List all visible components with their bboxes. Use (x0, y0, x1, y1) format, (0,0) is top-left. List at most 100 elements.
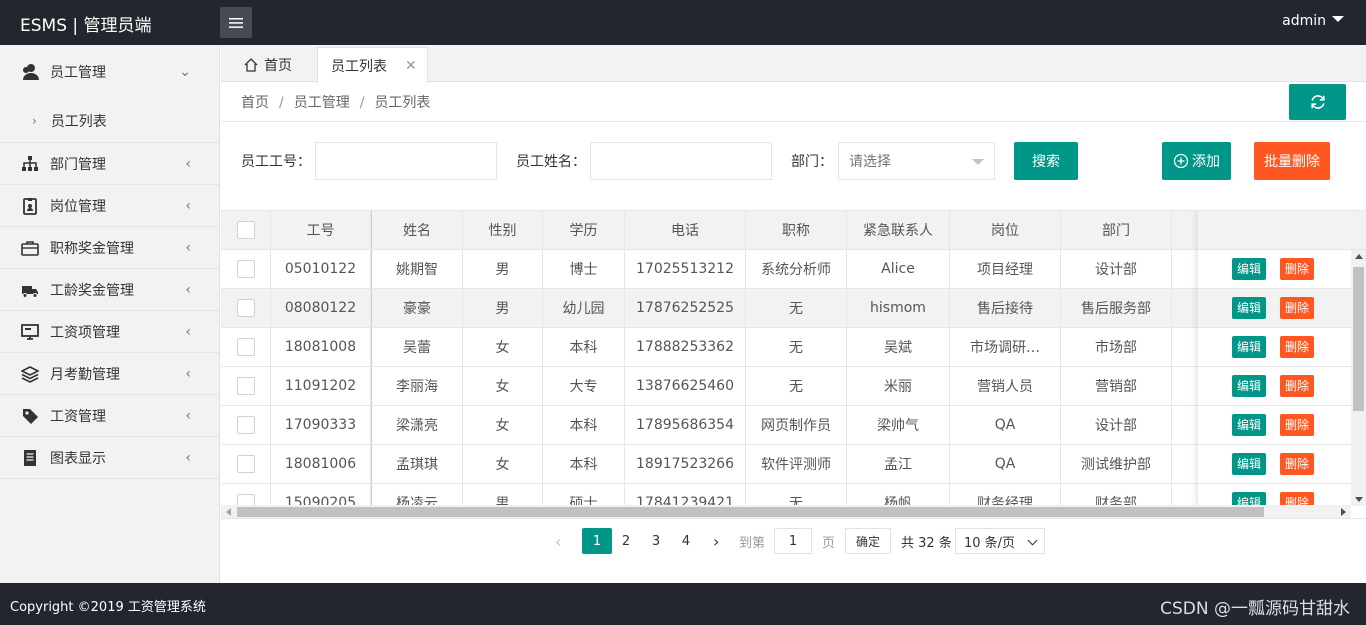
vertical-scrollbar[interactable] (1351, 250, 1366, 506)
table-cell: hismom (847, 289, 950, 327)
edit-button[interactable]: 编辑 (1232, 297, 1267, 319)
table-cell: 17888253362 (625, 328, 746, 366)
scroll-right-icon[interactable] (1341, 508, 1346, 516)
page-2[interactable]: 2 (619, 528, 633, 554)
scroll-up-icon[interactable] (1355, 254, 1363, 259)
refresh-button[interactable] (1289, 84, 1346, 120)
next-page-icon[interactable]: › (713, 528, 719, 554)
table-row[interactable]: 08080122 豪豪男幼儿园 17876252525 无 hismom 售后接待 售后服务… (221, 289, 1366, 328)
sidebar-item-employee[interactable]: 员工管理 ⌄ (0, 45, 219, 99)
horizontal-scrollbar[interactable] (221, 505, 1351, 518)
edit-button[interactable]: 编辑 (1232, 336, 1267, 358)
row-checkbox[interactable] (236, 299, 255, 317)
dept-select[interactable]: 请选择 (838, 142, 995, 180)
row-checkbox[interactable] (236, 338, 255, 356)
delete-button[interactable]: 删除 (1280, 258, 1315, 280)
table-row[interactable]: 18081006 孟琪琪女本科 18917523266 软件评测师 孟江 QA 测试维护部 (221, 445, 1366, 484)
sidebar-item-position[interactable]: 岗位管理 ‹ (0, 185, 219, 227)
delete-button[interactable]: 删除 (1280, 414, 1315, 436)
page-1[interactable]: 1 (582, 528, 612, 554)
edit-button[interactable]: 编辑 (1232, 375, 1267, 397)
sidebar-item-title-bonus[interactable]: 职称奖金管理 ‹ (0, 227, 219, 269)
sidebar-subitem-employee-list[interactable]: › 员工列表 (0, 99, 219, 143)
table-cell: 本科 (543, 406, 625, 444)
column-header[interactable]: 岗位 (950, 211, 1061, 249)
column-header[interactable]: 部门 (1061, 211, 1172, 249)
page-size-select[interactable]: 10 条/页 (955, 528, 1045, 554)
column-header[interactable]: 学历 (543, 211, 625, 249)
edit-button[interactable]: 编辑 (1232, 258, 1267, 280)
sidebar-item-seniority-bonus[interactable]: 工龄奖金管理 ‹ (0, 269, 219, 311)
chevron-left-icon: ‹ (185, 449, 191, 466)
emp-name-input[interactable] (590, 142, 772, 180)
add-button-label: 添加 (1192, 154, 1220, 170)
sidebar-item-salary[interactable]: 工资管理 ‹ (0, 395, 219, 437)
tab-home[interactable]: 首页 (243, 47, 292, 82)
scroll-thumb[interactable] (237, 507, 1264, 517)
delete-button[interactable]: 删除 (1280, 297, 1315, 319)
row-checkbox[interactable] (236, 416, 255, 434)
table-row[interactable]: 05010122 姚期智男博士 17025513212 系统分析师 Alice 项目经理设… (221, 250, 1366, 289)
delete-button[interactable]: 删除 (1280, 375, 1315, 397)
page-3[interactable]: 3 (649, 528, 663, 554)
column-header[interactable]: 工号 (271, 211, 371, 249)
goto-confirm-button[interactable]: 确定 (845, 528, 891, 554)
row-checkbox-cell (221, 328, 271, 366)
table-cell: 孟江 (847, 445, 950, 483)
breadcrumb-home[interactable]: 首页 (241, 95, 269, 111)
delete-button[interactable]: 删除 (1280, 336, 1315, 358)
menu-toggle-button[interactable] (220, 7, 252, 38)
column-header[interactable]: 姓名 (371, 211, 463, 249)
refresh-icon (1310, 95, 1325, 109)
column-header[interactable]: 职称 (746, 211, 847, 249)
sidebar-item-attendance[interactable]: 月考勤管理 ‹ (0, 353, 219, 395)
scroll-left-icon[interactable] (226, 508, 231, 516)
edit-button[interactable]: 编辑 (1232, 414, 1267, 436)
table-row[interactable]: 18081008 吴蕾女本科 17888253362 无吴斌 市场调研… 市场部 (221, 328, 1366, 367)
column-header[interactable]: 电话 (625, 211, 746, 249)
row-checkbox[interactable] (236, 260, 255, 278)
table-cell: 网页制作员 (746, 406, 847, 444)
search-button[interactable]: 搜索 (1014, 142, 1078, 180)
table-cell: 姚期智 (371, 250, 463, 288)
prev-page-icon[interactable]: ‹ (555, 528, 561, 554)
column-header[interactable]: 性别 (463, 211, 543, 249)
batch-delete-button[interactable]: 批量删除 (1254, 142, 1330, 180)
delete-button[interactable]: 删除 (1280, 453, 1315, 475)
page-unit-label: 页 (822, 535, 836, 551)
scroll-thumb[interactable] (1353, 267, 1364, 411)
column-header[interactable]: 紧急联系人 (847, 211, 950, 249)
table-cell: 李丽海 (371, 367, 463, 405)
select-all-checkbox[interactable] (236, 221, 255, 239)
table-cell: 18081008 (271, 328, 371, 366)
dept-label: 部门： (791, 154, 833, 170)
sidebar-item-salary-item[interactable]: 工资项管理 ‹ (0, 311, 219, 353)
chevron-right-icon: › (32, 113, 37, 128)
add-button[interactable]: 添加 (1162, 142, 1231, 180)
chevron-left-icon: ‹ (185, 281, 191, 298)
table-cell: 测试维护部 (1061, 445, 1172, 483)
table-row[interactable]: 11091202 李丽海女大专 13876625460 无米丽 营销人员 营销部 (221, 367, 1366, 406)
table-cell: 女 (463, 328, 543, 366)
row-checkbox[interactable] (236, 377, 255, 395)
scroll-down-icon[interactable] (1355, 497, 1363, 502)
table-cell: 08080122 (271, 289, 371, 327)
close-icon[interactable]: ✕ (405, 58, 417, 74)
emp-id-input[interactable] (315, 142, 497, 180)
edit-button[interactable]: 编辑 (1232, 453, 1267, 475)
user-menu[interactable]: admin (1282, 13, 1344, 29)
dept-select-placeholder: 请选择 (849, 154, 891, 170)
table-row[interactable]: 17090333 梁潇亮女本科 17895686354 网页制作员 梁帅气 QA 设计部 (221, 406, 1366, 445)
sidebar-item-department[interactable]: 部门管理 ‹ (0, 143, 219, 185)
briefcase-icon (20, 238, 40, 258)
row-checkbox-cell (221, 250, 271, 288)
sidebar-item-charts[interactable]: 图表显示 ‹ (0, 437, 219, 479)
row-checkbox[interactable] (236, 455, 255, 473)
breadcrumb-employee[interactable]: 员工管理 (294, 95, 350, 111)
table-cell: 大专 (543, 367, 625, 405)
tab-employee-list[interactable]: 员工列表 ✕ (317, 47, 428, 83)
footer: Copyright ©2019 工资管理系统 CSDN @一瓢源码甘甜水 (0, 583, 1366, 625)
table-cell: 13876625460 (625, 367, 746, 405)
page-4[interactable]: 4 (679, 528, 693, 554)
goto-page-input[interactable]: 1 (774, 528, 812, 554)
